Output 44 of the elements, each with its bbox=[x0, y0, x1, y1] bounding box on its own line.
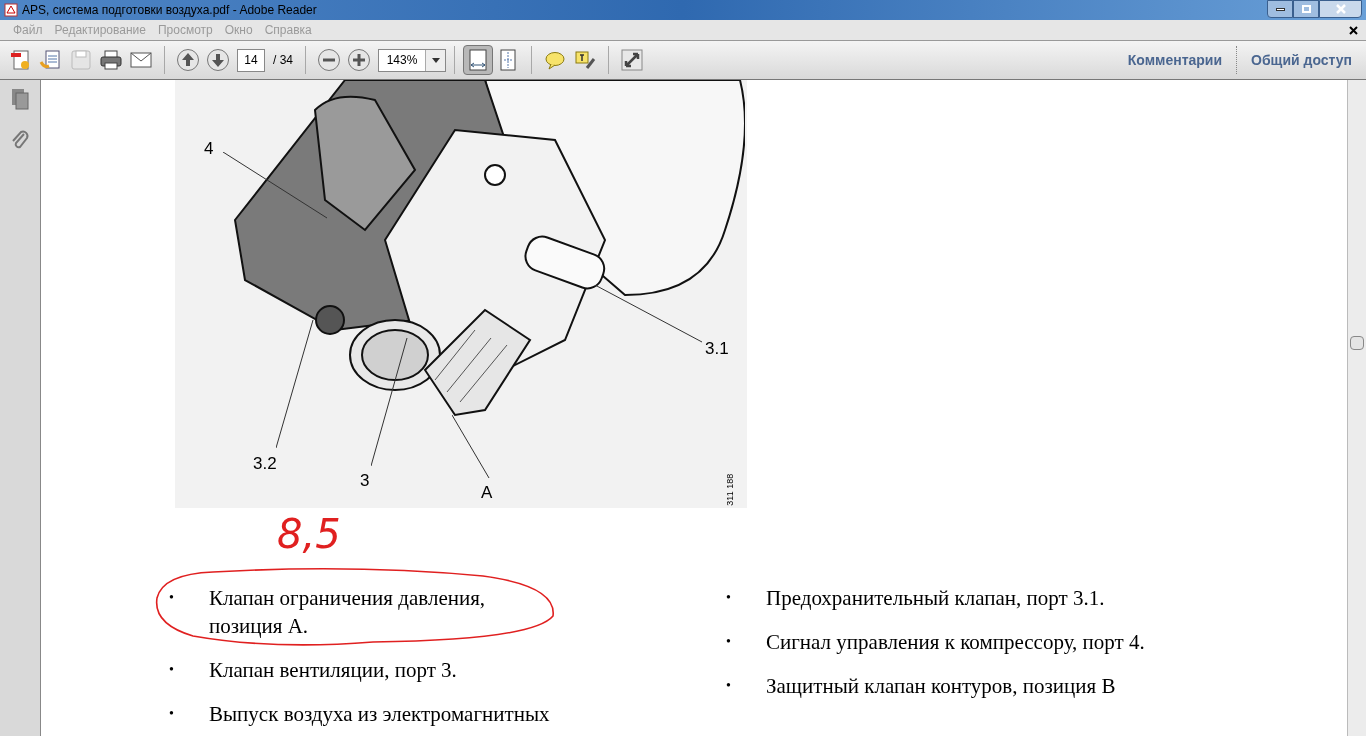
scrollbar-thumb[interactable] bbox=[1350, 336, 1364, 350]
menu-item[interactable]: Редактирование bbox=[48, 21, 152, 39]
pdf-file-icon bbox=[4, 3, 18, 17]
window-title: APS, система подготовки воздуха.pdf - Adobe Reader bbox=[22, 2, 317, 19]
callout-label: 3.1 bbox=[705, 338, 729, 360]
callout-label: 3 bbox=[360, 470, 370, 492]
list-item-text: Выпуск воздуха из электромагнитных bbox=[209, 701, 551, 728]
menu-item[interactable]: Просмотр bbox=[151, 21, 219, 39]
callout-label: 4 bbox=[204, 138, 214, 160]
figure-number: 311 188 bbox=[724, 473, 737, 506]
close-icon bbox=[1335, 4, 1346, 14]
caret-icon bbox=[431, 57, 440, 63]
callout-label: A bbox=[481, 482, 493, 504]
pane-tab[interactable]: Комментарии bbox=[1127, 49, 1223, 71]
zoom-value: 143% bbox=[385, 52, 419, 69]
minimize-button[interactable] bbox=[1267, 0, 1293, 18]
restore-button[interactable] bbox=[1293, 0, 1319, 18]
list-item-text: Клапан ограничения давления, позиция A. bbox=[209, 585, 487, 640]
list-item-text: Предохранительный клапан, порт 3.1. bbox=[766, 585, 1106, 612]
bullet: • bbox=[725, 589, 732, 607]
list-item-text: Защитный клапан контуров, позиция B bbox=[766, 673, 1117, 700]
page-total: / 34 bbox=[273, 52, 293, 69]
handwritten-note: 8,5 bbox=[277, 510, 341, 559]
close-icon[interactable] bbox=[1349, 25, 1358, 35]
list-item-text: Клапан вентиляции, порт 3. bbox=[209, 657, 458, 684]
bullet: • bbox=[725, 633, 732, 651]
menu-item[interactable]: Окно bbox=[218, 21, 259, 39]
paperclip-icon[interactable] bbox=[10, 128, 30, 150]
leader-line bbox=[452, 415, 490, 479]
pane-tab[interactable]: Общий доступ bbox=[1251, 49, 1352, 71]
list-item-text: Сигнал управления к компрессору, порт 4. bbox=[766, 629, 1146, 656]
callout-label: 3.2 bbox=[253, 453, 277, 475]
bullet: • bbox=[168, 661, 175, 679]
zoom-dropdown[interactable]: 143% bbox=[378, 48, 446, 72]
bullet: • bbox=[168, 705, 175, 723]
bullet: • bbox=[168, 589, 175, 607]
page-number-field[interactable]: 14 bbox=[237, 48, 265, 72]
close-button[interactable] bbox=[1319, 0, 1362, 18]
pages-icon[interactable] bbox=[10, 88, 30, 110]
bullet: • bbox=[725, 677, 732, 695]
scrollbar[interactable] bbox=[1347, 80, 1366, 736]
menu-item[interactable]: Справка bbox=[258, 21, 318, 39]
fit-width-button[interactable] bbox=[463, 45, 493, 75]
menu-item[interactable]: Файл bbox=[7, 21, 49, 39]
